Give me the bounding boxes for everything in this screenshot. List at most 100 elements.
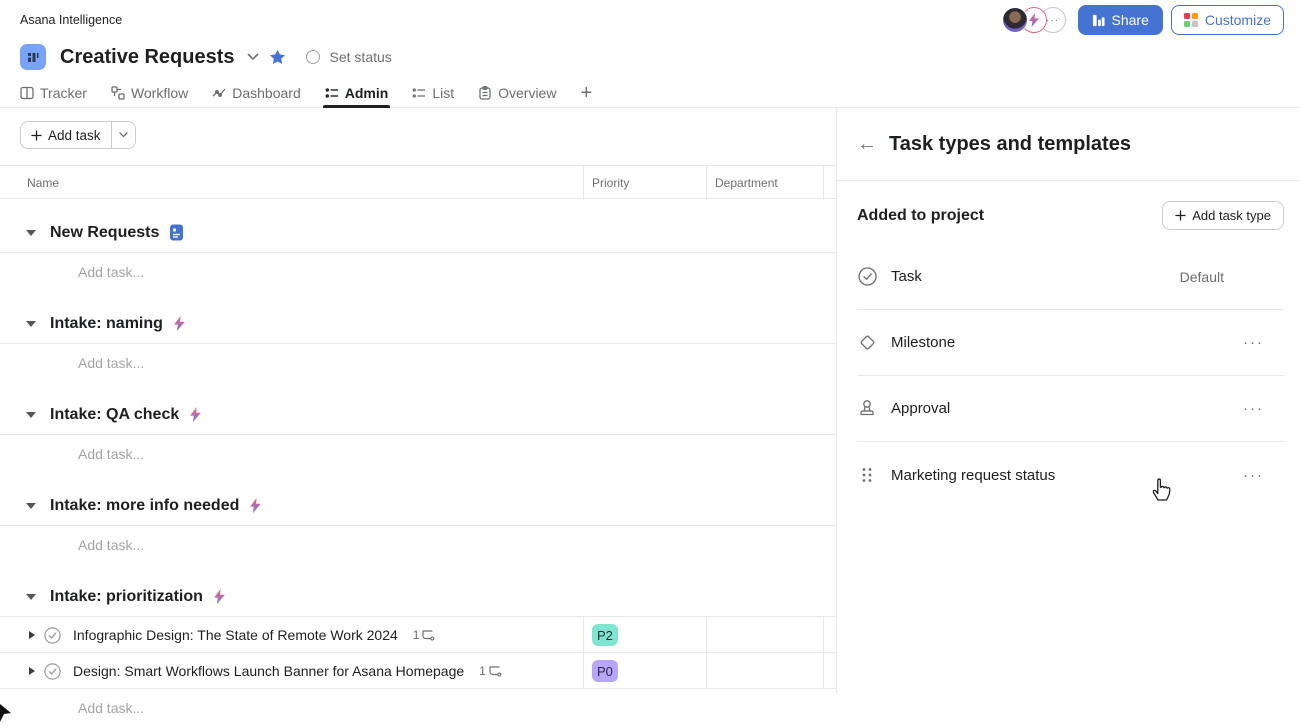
row-menu-button[interactable]: ··· [1243, 467, 1284, 484]
tab-label: Tracker [40, 85, 87, 101]
admin-list-icon [325, 86, 339, 100]
diamond-icon [858, 333, 877, 352]
app-title: Asana Intelligence [20, 13, 122, 27]
task-name[interactable]: Design: Smart Workflows Launch Banner fo… [73, 663, 464, 679]
check-circle-icon[interactable] [44, 663, 61, 680]
department-cell[interactable] [706, 653, 824, 689]
task-type-row-marketing-request-status[interactable]: Marketing request status ··· [857, 442, 1284, 508]
section-intake-prioritization: Intake: prioritization Infographic Desig… [0, 577, 836, 726]
bolt-icon [173, 316, 186, 331]
tab-overview[interactable]: Overview [478, 78, 556, 108]
task-type-list: Task Default Milestone ··· [857, 244, 1284, 508]
task-type-label: Milestone [891, 334, 955, 351]
section-title[interactable]: Intake: QA check [50, 406, 179, 424]
row-menu-button[interactable]: ··· [1243, 334, 1284, 351]
plus-icon [31, 130, 42, 141]
add-task-placeholder[interactable]: Add task... [0, 526, 836, 563]
task-row[interactable]: Infographic Design: The State of Remote … [0, 617, 836, 653]
tab-admin[interactable]: Admin [325, 78, 389, 108]
add-task-placeholder[interactable]: Add task... [0, 344, 836, 381]
section-title[interactable]: New Requests [50, 224, 159, 242]
tab-label: Admin [345, 85, 389, 101]
section-intake-qa-check: Intake: QA check Add task... [0, 395, 836, 472]
form-icon[interactable] [169, 224, 184, 241]
task-types-panel: ← Task types and templates Added to proj… [837, 108, 1300, 693]
task-row[interactable]: Design: Smart Workflows Launch Banner fo… [0, 653, 836, 689]
tab-label: Workflow [131, 85, 188, 101]
add-task-split-button: Add task [20, 121, 136, 149]
row-menu-button[interactable]: ··· [1243, 400, 1284, 417]
project-icon[interactable] [20, 44, 46, 70]
tab-tracker[interactable]: Tracker [20, 78, 87, 108]
task-type-label: Marketing request status [891, 467, 1055, 484]
chevron-down-icon [119, 132, 128, 138]
task-type-row-task[interactable]: Task Default [857, 244, 1284, 310]
check-circle-icon[interactable] [44, 627, 61, 644]
bolt-icon [1028, 13, 1040, 27]
add-task-type-button[interactable]: Add task type [1162, 201, 1284, 230]
stamp-icon [858, 399, 876, 418]
collapse-caret-icon[interactable] [26, 503, 36, 509]
department-cell[interactable] [706, 617, 824, 653]
share-button[interactable]: Share [1078, 5, 1163, 35]
collapse-caret-icon[interactable] [26, 321, 36, 327]
tab-label: Overview [498, 85, 556, 101]
workflow-icon [111, 86, 125, 100]
add-task-dropdown-button[interactable] [111, 122, 135, 148]
list-icon [412, 86, 426, 100]
project-glyph-icon [25, 49, 41, 65]
column-header-name[interactable]: Name [0, 166, 583, 200]
status-circle-icon[interactable] [306, 50, 320, 64]
tab-list[interactable]: List [412, 78, 454, 108]
table-header: Name Priority Department [0, 165, 836, 199]
drag-handle-icon[interactable] [861, 467, 873, 483]
column-header-priority[interactable]: Priority [583, 166, 706, 200]
section-title[interactable]: Intake: prioritization [50, 588, 203, 606]
tracker-icon [20, 86, 34, 100]
expand-caret-icon[interactable] [29, 631, 35, 639]
add-task-button[interactable]: Add task [21, 122, 111, 148]
plus-icon [1175, 210, 1186, 221]
favorite-star-icon[interactable] [269, 49, 286, 65]
customize-icon [1184, 13, 1198, 27]
user-avatar[interactable] [1002, 7, 1028, 33]
priority-badge[interactable]: P2 [592, 624, 618, 646]
task-type-row-approval[interactable]: Approval ··· [857, 376, 1284, 442]
section-intake-naming: Intake: naming Add task... [0, 304, 836, 381]
priority-cell[interactable]: P0 [583, 653, 706, 689]
priority-badge[interactable]: P0 [592, 660, 618, 682]
set-status-button[interactable]: Set status [330, 49, 392, 65]
add-task-label: Add task [48, 128, 101, 143]
section-title[interactable]: Intake: more info needed [50, 497, 239, 515]
project-menu-chevron-icon[interactable] [247, 53, 259, 61]
tab-workflow[interactable]: Workflow [111, 78, 188, 108]
bolt-icon [249, 498, 262, 513]
avatar-stack: ··· [1002, 7, 1066, 33]
tab-label: List [432, 85, 454, 101]
expand-caret-icon[interactable] [29, 667, 35, 675]
priority-cell[interactable]: P2 [583, 617, 706, 653]
collapse-caret-icon[interactable] [26, 412, 36, 418]
section-new-requests: New Requests Add task... [0, 213, 836, 290]
column-header-department[interactable]: Department [706, 166, 824, 200]
customize-button-label: Customize [1205, 12, 1271, 28]
add-task-placeholder[interactable]: Add task... [0, 689, 836, 726]
added-to-project-heading: Added to project [857, 207, 984, 225]
tab-bar: Tracker Workflow Dashboard Admin List [0, 78, 1300, 108]
task-type-row-milestone[interactable]: Milestone ··· [857, 310, 1284, 376]
collapse-caret-icon[interactable] [26, 594, 36, 600]
customize-button[interactable]: Customize [1171, 5, 1284, 35]
add-task-type-label: Add task type [1192, 208, 1271, 223]
task-name[interactable]: Infographic Design: The State of Remote … [73, 627, 398, 643]
back-arrow-icon[interactable]: ← [857, 134, 877, 154]
subtask-icon [422, 629, 435, 641]
tab-dashboard[interactable]: Dashboard [212, 78, 301, 108]
task-list-panel: Add task Name Priority Department New Re… [0, 108, 837, 693]
bolt-icon [213, 589, 226, 604]
add-task-placeholder[interactable]: Add task... [0, 253, 836, 290]
collapse-caret-icon[interactable] [26, 230, 36, 236]
add-task-placeholder[interactable]: Add task... [0, 435, 836, 472]
share-button-label: Share [1112, 12, 1149, 28]
section-title[interactable]: Intake: naming [50, 315, 163, 333]
add-tab-button[interactable]: + [580, 83, 592, 103]
